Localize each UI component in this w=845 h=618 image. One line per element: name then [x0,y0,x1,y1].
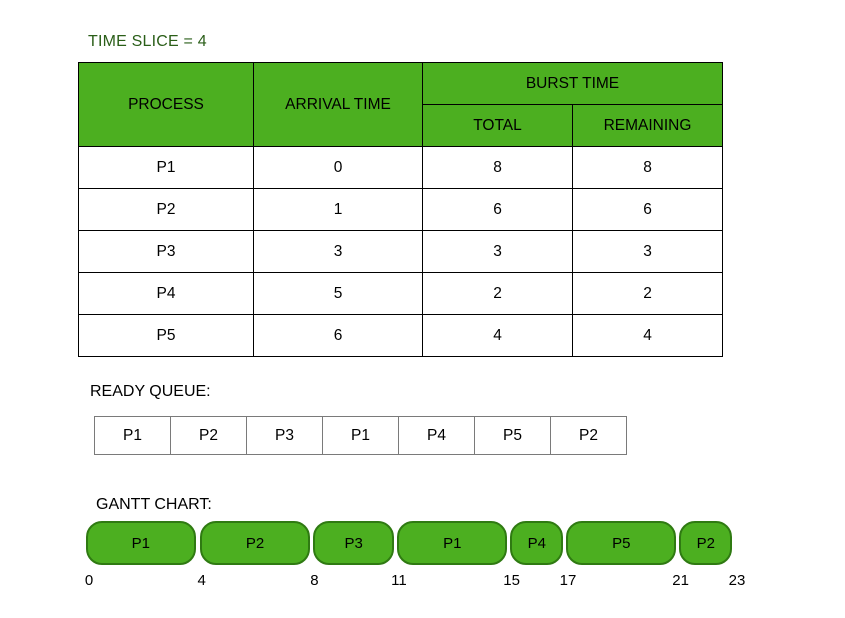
cell-process: P4 [78,272,254,315]
process-table-head: PROCESS ARRIVAL TIME BURST TIME TOTAL RE… [78,62,723,147]
cell-process: P2 [78,188,254,231]
cell-process: P5 [78,314,254,357]
ready-queue: P1 P2 P3 P1 P4 P5 P2 [94,416,627,455]
gantt-tick-label: 4 [197,572,206,589]
ready-queue-item: P5 [474,416,551,455]
table-row: P1 0 8 8 [78,146,723,189]
gantt-bar-label: P1 [131,534,151,552]
gantt-tick-label: 8 [310,572,319,589]
gantt-bar: P2 [679,521,733,565]
gantt-tick-label: 15 [503,572,520,589]
gantt-tick-label: 11 [391,572,407,589]
cell-burst-total: 3 [422,230,573,273]
gantt-bar-label: P5 [612,534,631,552]
header-burst-remaining: REMAINING [572,104,723,147]
cell-burst-remaining: 4 [572,314,723,357]
cell-burst-remaining: 2 [572,272,723,315]
cell-arrival-time: 6 [253,314,423,357]
cell-process: P3 [78,230,254,273]
gantt-tick-label: 21 [672,572,689,589]
header-burst-total: TOTAL [422,104,573,147]
table-row: P3 3 3 3 [78,230,723,273]
cell-arrival-time: 0 [253,146,423,189]
gantt-bar: P1 [397,521,508,565]
table-row: P4 5 2 2 [78,272,723,315]
process-table: PROCESS ARRIVAL TIME BURST TIME TOTAL RE… [78,62,723,357]
cell-burst-total: 4 [422,314,573,357]
table-row: P5 6 4 4 [78,314,723,357]
header-arrival-time: ARRIVAL TIME [253,62,423,147]
cell-process: P1 [78,146,254,189]
ready-queue-heading: READY QUEUE: [90,383,211,400]
gantt-bar: P3 [312,521,395,565]
gantt-bar: P1 [86,521,196,565]
header-process: PROCESS [78,62,254,147]
header-burst-time: BURST TIME [422,62,723,105]
gantt-chart-heading: GANTT CHART: [96,496,212,513]
cell-burst-total: 2 [422,272,573,315]
cell-arrival-time: 3 [253,230,423,273]
cell-burst-total: 6 [422,188,573,231]
gantt-bar-label: P2 [696,534,715,552]
cell-burst-remaining: 6 [572,188,723,231]
gantt-bar: P5 [566,521,677,565]
ready-queue-item: P2 [550,416,627,455]
ready-queue-item: P2 [170,416,247,455]
ready-queue-item: P3 [246,416,323,455]
gantt-bar: P4 [510,521,564,565]
gantt-tick-label: 0 [84,572,94,589]
ready-queue-item: P1 [322,416,399,455]
cell-burst-total: 8 [422,146,573,189]
time-slice-label: TIME SLICE = 4 [88,33,207,50]
table-row: P2 1 6 6 [78,188,723,231]
ready-queue-item: P4 [398,416,475,455]
gantt-bar: P2 [200,521,310,565]
process-table-body: P1 0 8 8 P2 1 6 6 P3 3 3 3 P4 5 2 2 P5 6 4 4 [78,146,723,357]
gantt-bar-label: P2 [245,534,265,552]
gantt-tick-label: 17 [559,572,577,589]
ready-queue-item: P1 [94,416,171,455]
cell-burst-remaining: 8 [572,146,723,189]
gantt-axis: 0 4 8 11 15 17 21 23 [84,572,746,594]
cell-arrival-time: 5 [253,272,423,315]
cell-arrival-time: 1 [253,188,423,231]
gantt-chart: P1 P2 P3 P1 P4 P5 P2 [86,521,734,565]
gantt-bar-label: P4 [527,534,546,552]
table-header-row-1: PROCESS ARRIVAL TIME BURST TIME [78,62,723,147]
gantt-tick-label: 23 [728,572,746,589]
gantt-bar-label: P1 [443,534,462,552]
cell-burst-remaining: 3 [572,230,723,273]
gantt-bar-label: P3 [344,534,363,552]
